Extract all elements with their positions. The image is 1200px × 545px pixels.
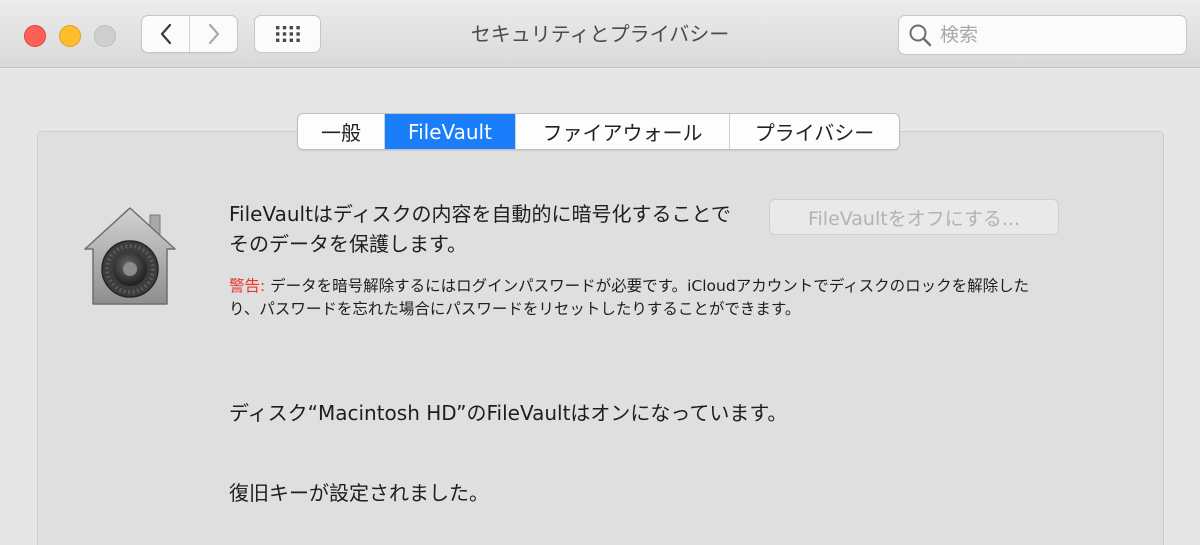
close-window-button[interactable] [24, 25, 46, 47]
warning-label: 警告: [229, 277, 266, 295]
recovery-key-status: 復旧キーが設定されました。 [229, 481, 489, 505]
preferences-window: セキュリティとプライバシー 一般 FileVault ファイアウォール プライバ… [0, 0, 1200, 545]
minimize-window-button[interactable] [59, 25, 81, 47]
tab-bar: 一般 FileVault ファイアウォール プライバシー [297, 113, 900, 150]
tab-privacy[interactable]: プライバシー [729, 114, 899, 149]
tab-filevault[interactable]: FileVault [384, 114, 515, 149]
chevron-left-icon [160, 23, 171, 45]
show-all-button[interactable] [254, 15, 321, 53]
search-icon [909, 24, 932, 47]
navigation-buttons [141, 15, 238, 53]
title-bar: セキュリティとプライバシー [0, 0, 1200, 68]
zoom-window-button [94, 25, 116, 47]
forward-button[interactable] [189, 16, 237, 52]
tab-firewall[interactable]: ファイアウォール [515, 114, 729, 149]
window-title: セキュリティとプライバシー [470, 22, 730, 46]
search-input[interactable] [938, 23, 1172, 47]
tab-general[interactable]: 一般 [298, 114, 384, 149]
turn-off-filevault-button: FileVaultをオフにする... [769, 199, 1059, 235]
back-button[interactable] [142, 16, 189, 52]
filevault-description: FileVaultはディスクの内容を自動的に暗号化することでそのデータを保護しま… [229, 202, 731, 256]
grid-icon [275, 26, 300, 42]
warning-message: 警告: データを暗号解除するにはログインパスワードが必要です。iCloudアカウ… [229, 275, 1059, 321]
filevault-status-text: ディスク“Macintosh HD”のFileVaultはオンになっています。 [229, 401, 788, 425]
warning-text: データを暗号解除するにはログインパスワードが必要です。iCloudアカウントでデ… [229, 277, 1030, 318]
search-field[interactable] [898, 15, 1187, 55]
chevron-right-icon [208, 23, 219, 45]
filevault-house-icon [80, 205, 180, 313]
